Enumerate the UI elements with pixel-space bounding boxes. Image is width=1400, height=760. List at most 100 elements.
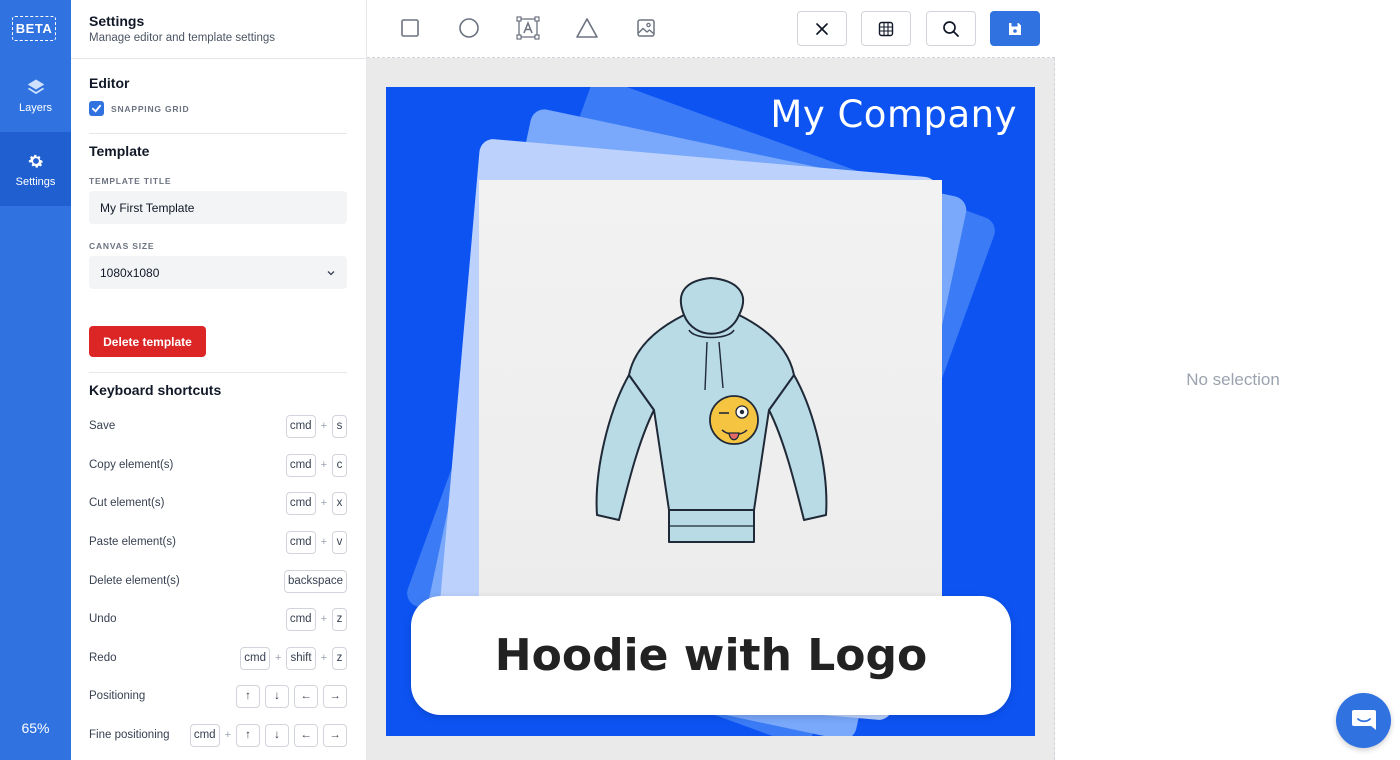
- chat-icon: [1351, 709, 1376, 730]
- shortcut-label: Fine positioning: [89, 729, 170, 741]
- arrow-left-key: ←: [294, 684, 318, 708]
- template-title-value: My First Template: [100, 200, 195, 215]
- shortcuts-section-title: Keyboard shortcuts: [89, 382, 222, 398]
- delete-template-button[interactable]: Delete template: [89, 326, 206, 357]
- save-button[interactable]: [990, 11, 1040, 46]
- shortcut-label: Paste element(s): [89, 536, 176, 548]
- top-toolbar: [367, 0, 1055, 58]
- shortcut-keys: cmd + z: [285, 607, 347, 631]
- panel-title: Settings: [89, 13, 145, 29]
- no-selection-text: No selection: [1186, 370, 1280, 389]
- arrow-up-key: ↑: [236, 723, 260, 747]
- shortcut-row-positioning: Positioning ↑ ↓ ← →: [89, 684, 347, 708]
- key-cap: cmd: [285, 414, 316, 438]
- triangle-tool[interactable]: [573, 14, 601, 42]
- close-icon: [816, 22, 828, 35]
- shortcut-label: Positioning: [89, 690, 146, 702]
- key-cap: cmd: [285, 530, 316, 554]
- canvas-workspace[interactable]: My Company Hoodie with Logo: [367, 58, 1055, 760]
- key-cap: cmd: [285, 607, 316, 631]
- shortcut-label: Cut element(s): [89, 497, 165, 509]
- check-icon: [91, 104, 102, 113]
- key-cap: shift: [286, 646, 316, 670]
- shortcut-row-fine-positioning: Fine positioning cmd + ↑ ↓ ← →: [89, 723, 347, 747]
- shortcut-keys: cmd + s: [285, 414, 347, 438]
- canvas-size-select[interactable]: 1080x1080: [89, 256, 347, 289]
- snapping-grid-label: SNAPPING GRID: [111, 104, 190, 114]
- chevron-down-icon: [327, 270, 335, 275]
- shortcut-row-cut: Cut element(s) cmd + x: [89, 491, 347, 515]
- save-icon: [1009, 22, 1021, 35]
- search-button[interactable]: [926, 11, 976, 46]
- template-title-label: TEMPLATE TITLE: [89, 176, 172, 186]
- arrow-down-key: ↓: [265, 723, 289, 747]
- text-tool-icon: [516, 16, 540, 40]
- artboard[interactable]: My Company Hoodie with Logo: [386, 87, 1035, 736]
- editor-section-title: Editor: [89, 75, 130, 91]
- beta-badge: BETA: [12, 16, 56, 41]
- close-button[interactable]: [797, 11, 847, 46]
- shortcut-keys: cmd + x: [285, 491, 347, 515]
- company-name[interactable]: My Company: [770, 93, 1017, 136]
- settings-panel: Settings Manage editor and template sett…: [71, 0, 367, 760]
- image-tool-icon: [637, 19, 655, 37]
- circle-tool[interactable]: [455, 14, 483, 42]
- triangle-tool-icon: [576, 18, 598, 38]
- shortcut-row-save: Save cmd + s: [89, 414, 347, 438]
- key-cap: c: [332, 453, 347, 477]
- rail-item-label: Layers: [18, 101, 53, 114]
- canvas-size-label: CANVAS SIZE: [89, 241, 155, 251]
- rectangle-tool-icon: [401, 19, 419, 37]
- key-cap: cmd: [240, 646, 271, 670]
- key-cap: cmd: [189, 723, 220, 747]
- shortcut-keys: ↑ ↓ ← →: [236, 684, 347, 708]
- divider: [89, 133, 347, 134]
- text-tool[interactable]: [514, 14, 542, 42]
- gear-icon: [28, 154, 43, 168]
- shortcut-row-delete: Delete element(s) backspace: [89, 569, 347, 593]
- shortcut-row-undo: Undo cmd + z: [89, 607, 347, 631]
- zoom-level[interactable]: 65%: [0, 720, 71, 736]
- grid-icon: [878, 21, 894, 36]
- arrow-right-key: →: [323, 684, 347, 708]
- hoodie-illustration: [595, 277, 828, 543]
- shortcut-label: Delete element(s): [89, 575, 180, 587]
- key-cap: s: [332, 414, 347, 438]
- snapping-grid-checkbox[interactable]: [89, 101, 104, 116]
- shortcut-keys: cmd + ↑ ↓ ← →: [189, 723, 347, 747]
- arrow-right-key: →: [323, 723, 347, 747]
- shortcut-keys: backspace: [284, 569, 347, 593]
- circle-tool-icon: [459, 18, 479, 38]
- rail-item-settings[interactable]: Settings: [0, 132, 71, 206]
- key-cap: cmd: [285, 491, 316, 515]
- search-icon: [943, 20, 959, 37]
- shortcut-keys: cmd + c: [285, 453, 347, 477]
- layers-icon: [27, 79, 44, 94]
- key-cap: v: [332, 530, 347, 554]
- canvas-size-value: 1080x1080: [100, 265, 160, 280]
- grid-button[interactable]: [861, 11, 911, 46]
- shortcut-keys: cmd + shift + z: [240, 646, 347, 670]
- arrow-left-key: ←: [294, 723, 318, 747]
- rail-item-layers[interactable]: Layers: [0, 58, 71, 132]
- product-photo[interactable]: [479, 180, 942, 610]
- shortcut-label: Undo: [89, 613, 117, 625]
- arrow-up-key: ↑: [236, 684, 260, 708]
- shortcut-label: Redo: [89, 652, 117, 664]
- caption-box[interactable]: Hoodie with Logo: [411, 596, 1011, 715]
- chat-launcher-button[interactable]: [1336, 693, 1391, 748]
- shortcut-label: Copy element(s): [89, 459, 174, 471]
- rail-item-label: Settings: [15, 175, 56, 188]
- left-rail: BETA Layers Settings 65%: [0, 0, 71, 760]
- rectangle-tool[interactable]: [396, 14, 424, 42]
- key-cap: x: [332, 491, 347, 515]
- shortcut-row-copy: Copy element(s) cmd + c: [89, 453, 347, 477]
- key-cap: backspace: [284, 569, 347, 593]
- panel-subtitle: Manage editor and template settings: [89, 32, 276, 44]
- image-tool[interactable]: [632, 14, 660, 42]
- arrow-down-key: ↓: [265, 684, 289, 708]
- panel-header: Settings Manage editor and template sett…: [71, 0, 366, 59]
- shortcut-label: Save: [89, 420, 116, 432]
- template-title-input[interactable]: My First Template: [89, 191, 347, 224]
- caption-text: Hoodie with Logo: [494, 630, 928, 681]
